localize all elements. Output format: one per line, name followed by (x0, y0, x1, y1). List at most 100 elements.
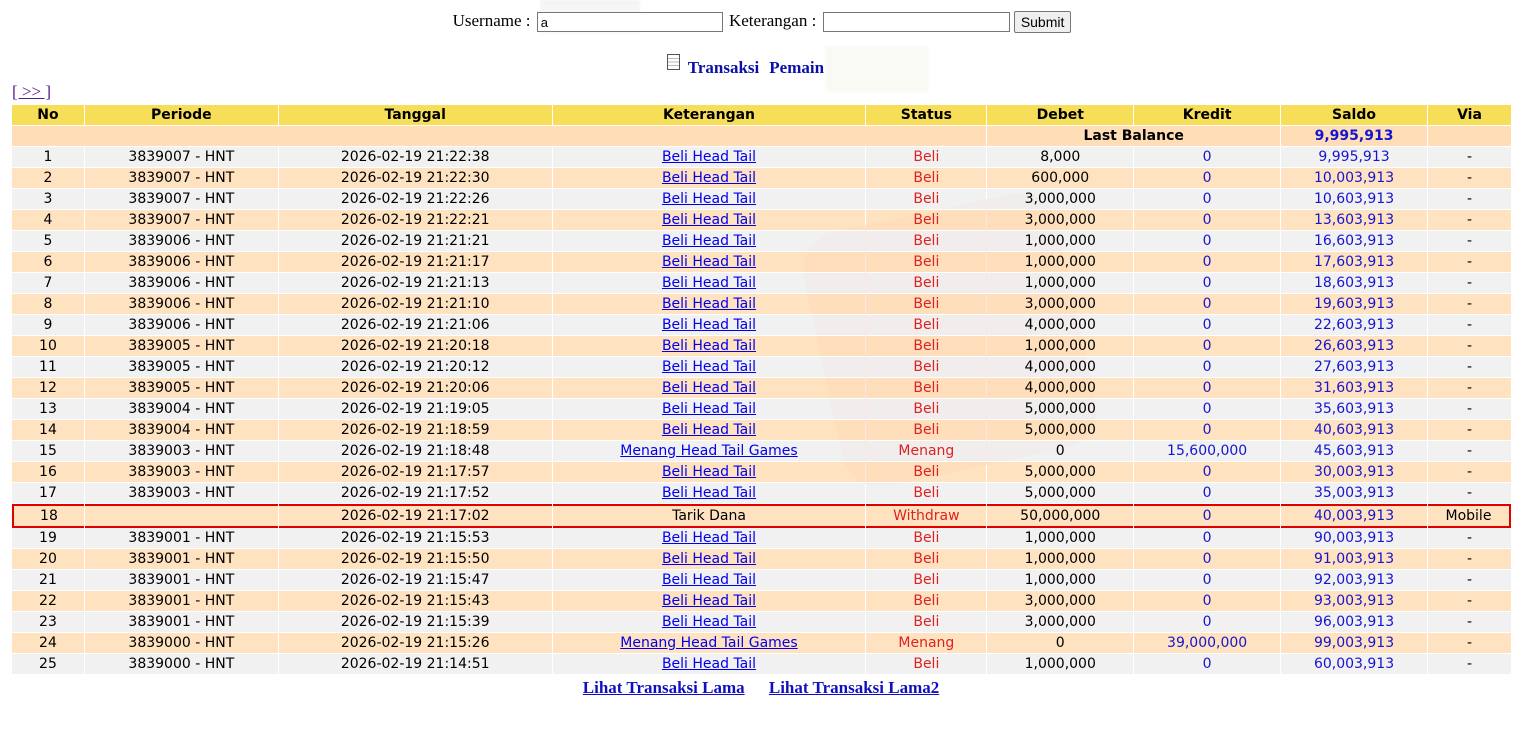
cell-periode: 3839007 - HNT (84, 147, 278, 168)
keterangan-link[interactable]: Beli Head Tail (662, 191, 756, 207)
older-transactions-link-2[interactable]: Lihat Transaksi Lama2 (769, 678, 939, 697)
cell-tanggal: 2026-02-19 21:21:06 (278, 315, 552, 336)
keterangan-link[interactable]: Beli Head Tail (662, 614, 756, 630)
cell-status: Beli (866, 420, 987, 441)
keterangan-link[interactable]: Beli Head Tail (662, 656, 756, 672)
cell-no: 15 (12, 441, 84, 462)
keterangan-link[interactable]: Beli Head Tail (662, 530, 756, 546)
last-balance-value: 9,995,913 (1281, 126, 1427, 147)
cell-keterangan: Beli Head Tail (552, 357, 866, 378)
cell-saldo: 16,603,913 (1281, 231, 1427, 252)
cell-keterangan: Beli Head Tail (552, 252, 866, 273)
keterangan-link[interactable]: Beli Head Tail (662, 359, 756, 375)
cell-kredit: 0 (1134, 273, 1281, 294)
cell-saldo: 27,603,913 (1281, 357, 1427, 378)
cell-tanggal: 2026-02-19 21:17:57 (278, 462, 552, 483)
keterangan-link[interactable]: Beli Head Tail (662, 485, 756, 501)
next-page-link[interactable]: [ >> ] (12, 82, 51, 102)
cell-via: Mobile (1427, 504, 1511, 528)
cell-keterangan: Beli Head Tail (552, 336, 866, 357)
keterangan-link[interactable]: Beli Head Tail (662, 401, 756, 417)
cell-tanggal: 2026-02-19 21:21:21 (278, 231, 552, 252)
cell-via: - (1427, 231, 1511, 252)
cell-saldo: 90,003,913 (1281, 528, 1427, 549)
keterangan-link[interactable]: Beli Head Tail (662, 551, 756, 567)
cell-keterangan: Menang Head Tail Games (552, 441, 866, 462)
cell-kredit: 0 (1134, 189, 1281, 210)
submit-button[interactable]: Submit (1013, 11, 1072, 34)
cell-keterangan: Beli Head Tail (552, 528, 866, 549)
older-transactions-link[interactable]: Lihat Transaksi Lama (583, 678, 745, 697)
cell-no: 7 (12, 273, 84, 294)
keterangan-link[interactable]: Beli Head Tail (662, 296, 756, 312)
cell-keterangan: Beli Head Tail (552, 591, 866, 612)
username-input[interactable] (536, 12, 723, 33)
cell-tanggal: 2026-02-19 21:17:02 (278, 504, 552, 528)
keterangan-link[interactable]: Beli Head Tail (662, 254, 756, 270)
cell-status: Beli (866, 462, 987, 483)
cell-tanggal: 2026-02-19 21:15:39 (278, 612, 552, 633)
cell-periode: 3839005 - HNT (84, 378, 278, 399)
cell-periode: 3839003 - HNT (84, 462, 278, 483)
keterangan-link[interactable]: Beli Head Tail (662, 593, 756, 609)
keterangan-input[interactable] (822, 12, 1010, 33)
table-row: 24 3839000 - HNT 2026-02-19 21:15:26 Menang… (12, 633, 1511, 654)
cell-kredit: 0 (1134, 612, 1281, 633)
cell-debet: 4,000,000 (987, 315, 1134, 336)
cell-tanggal: 2026-02-19 21:22:38 (278, 147, 552, 168)
cell-no: 8 (12, 294, 84, 315)
cell-status: Menang (866, 441, 987, 462)
cell-debet: 8,000 (987, 147, 1134, 168)
cell-kredit: 0 (1134, 420, 1281, 441)
keterangan-link[interactable]: Menang Head Tail Games (620, 635, 797, 651)
keterangan-link[interactable]: Beli Head Tail (662, 338, 756, 354)
keterangan-link[interactable]: Beli Head Tail (662, 380, 756, 396)
cell-saldo: 10,603,913 (1281, 189, 1427, 210)
cell-via: - (1427, 633, 1511, 654)
keterangan-link[interactable]: Beli Head Tail (662, 233, 756, 249)
table-row: 17 3839003 - HNT 2026-02-19 21:17:52 Beli H… (12, 483, 1511, 504)
cell-saldo: 91,003,913 (1281, 549, 1427, 570)
last-balance-row: Last Balance 9,995,913 (12, 126, 1511, 147)
keterangan-link[interactable]: Beli Head Tail (662, 212, 756, 228)
cell-tanggal: 2026-02-19 21:15:47 (278, 570, 552, 591)
cell-saldo: 40,603,913 (1281, 420, 1427, 441)
cell-kredit: 0 (1134, 252, 1281, 273)
cell-via: - (1427, 570, 1511, 591)
cell-status: Beli (866, 210, 987, 231)
cell-status: Beli (866, 357, 987, 378)
keterangan-link[interactable]: Menang Head Tail Games (620, 443, 797, 459)
cell-periode: 3839003 - HNT (84, 441, 278, 462)
cell-tanggal: 2026-02-19 21:17:52 (278, 483, 552, 504)
cell-via: - (1427, 483, 1511, 504)
cell-no: 25 (12, 654, 84, 675)
cell-saldo: 40,003,913 (1281, 504, 1427, 528)
keterangan-link[interactable]: Beli Head Tail (662, 317, 756, 333)
cell-status: Beli (866, 315, 987, 336)
transaction-table: No Periode Tanggal Keterangan Status Debet Kre… (11, 105, 1512, 675)
cell-status: Beli (866, 252, 987, 273)
cell-no: 4 (12, 210, 84, 231)
table-row: 25 3839000 - HNT 2026-02-19 21:14:51 Beli H… (12, 654, 1511, 675)
last-balance-label: Last Balance (987, 126, 1281, 147)
cell-no: 2 (12, 168, 84, 189)
keterangan-link[interactable]: Beli Head Tail (662, 275, 756, 291)
cell-via: - (1427, 147, 1511, 168)
keterangan-link[interactable]: Beli Head Tail (662, 422, 756, 438)
cell-no: 9 (12, 315, 84, 336)
cell-tanggal: 2026-02-19 21:22:21 (278, 210, 552, 231)
table-row: 21 3839001 - HNT 2026-02-19 21:15:47 Beli H… (12, 570, 1511, 591)
cell-debet: 1,000,000 (987, 231, 1134, 252)
cell-periode: 3839006 - HNT (84, 273, 278, 294)
keterangan-link[interactable]: Beli Head Tail (662, 170, 756, 186)
keterangan-link[interactable]: Beli Head Tail (662, 149, 756, 165)
cell-debet: 3,000,000 (987, 612, 1134, 633)
cell-kredit: 0 (1134, 528, 1281, 549)
table-row: 22 3839001 - HNT 2026-02-19 21:15:43 Beli H… (12, 591, 1511, 612)
table-row: 19 3839001 - HNT 2026-02-19 21:15:53 Beli H… (12, 528, 1511, 549)
cell-status: Beli (866, 189, 987, 210)
cell-periode: 3839003 - HNT (84, 483, 278, 504)
cell-tanggal: 2026-02-19 21:15:50 (278, 549, 552, 570)
keterangan-link[interactable]: Beli Head Tail (662, 464, 756, 480)
keterangan-link[interactable]: Beli Head Tail (662, 572, 756, 588)
